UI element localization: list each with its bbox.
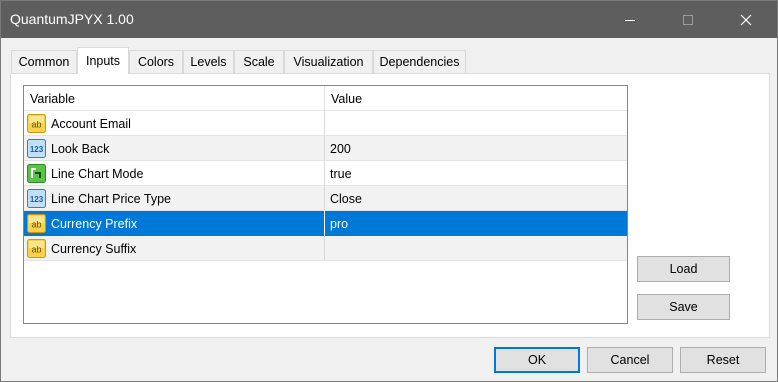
maximize-icon: [683, 14, 693, 25]
table-row[interactable]: 123 Line Chart Price Type Close: [24, 186, 627, 211]
cancel-button-label: Cancel: [610, 353, 650, 367]
table-row-selected[interactable]: ab Currency Prefix pro: [24, 211, 627, 236]
tab-levels[interactable]: Levels: [183, 50, 234, 73]
save-button[interactable]: Save: [637, 294, 730, 320]
load-button-label: Load: [669, 262, 698, 276]
variable-cell: Account Email: [24, 111, 325, 136]
close-button[interactable]: [723, 1, 769, 38]
load-button[interactable]: Load: [637, 256, 730, 282]
tab-inputs[interactable]: Inputs: [77, 47, 129, 74]
value-cell[interactable]: true: [325, 161, 627, 186]
value-cell[interactable]: 200: [325, 136, 627, 161]
table-row[interactable]: Line Chart Mode true: [24, 161, 627, 186]
title-bar[interactable]: QuantumJPYX 1.00: [1, 1, 777, 38]
variable-cell: Currency Prefix: [24, 211, 325, 236]
tab-label: Inputs: [85, 54, 121, 68]
ok-button-label: OK: [527, 353, 547, 367]
value-cell[interactable]: [325, 236, 627, 261]
table-row[interactable]: ab Currency Suffix: [24, 236, 627, 261]
inputs-panel: Variable Value ab Account Email 123 Look…: [10, 73, 770, 338]
minimize-icon: [625, 19, 635, 21]
value-cell[interactable]: [325, 111, 627, 136]
tab-common[interactable]: Common: [11, 50, 77, 73]
minimize-button[interactable]: [607, 1, 653, 38]
tab-label: Visualization: [293, 55, 364, 69]
table-row[interactable]: ab Account Email: [24, 111, 627, 136]
table-row[interactable]: 123 Look Back 200: [24, 136, 627, 161]
maximize-button: [665, 1, 711, 38]
dialog-window: QuantumJPYX 1.00 Common Inputs Colors Le…: [0, 0, 778, 382]
column-header-label: Value: [331, 91, 363, 106]
inputs-grid[interactable]: Variable Value ab Account Email 123 Look…: [23, 85, 628, 324]
tab-label: Scale: [243, 55, 275, 69]
tab-colors[interactable]: Colors: [129, 50, 183, 73]
row-divider: [24, 260, 627, 261]
tab-scale[interactable]: Scale: [234, 50, 284, 73]
value-cell[interactable]: pro: [325, 211, 627, 236]
cancel-button[interactable]: Cancel: [587, 347, 673, 373]
column-header-variable[interactable]: Variable: [24, 86, 325, 111]
reset-button-label: Reset: [706, 353, 740, 367]
variable-cell: Currency Suffix: [24, 236, 325, 261]
reset-button[interactable]: Reset: [680, 347, 766, 373]
column-header-label: Variable: [30, 91, 75, 106]
tab-label: Common: [18, 55, 70, 69]
ok-button[interactable]: OK: [494, 347, 580, 373]
close-icon: [740, 14, 752, 25]
save-button-label: Save: [669, 300, 698, 314]
tab-label: Dependencies: [379, 55, 460, 69]
variable-cell: Look Back: [24, 136, 325, 161]
tab-visualization[interactable]: Visualization: [284, 50, 373, 73]
grid-header: Variable Value: [24, 86, 627, 111]
window-title: QuantumJPYX 1.00: [10, 11, 134, 27]
tab-label: Colors: [137, 55, 175, 69]
variable-cell: Line Chart Mode: [24, 161, 325, 186]
variable-cell: Line Chart Price Type: [24, 186, 325, 211]
tab-dependencies[interactable]: Dependencies: [373, 50, 466, 73]
tab-label: Levels: [190, 55, 227, 69]
column-header-value[interactable]: Value: [325, 86, 627, 111]
value-cell[interactable]: Close: [325, 186, 627, 211]
